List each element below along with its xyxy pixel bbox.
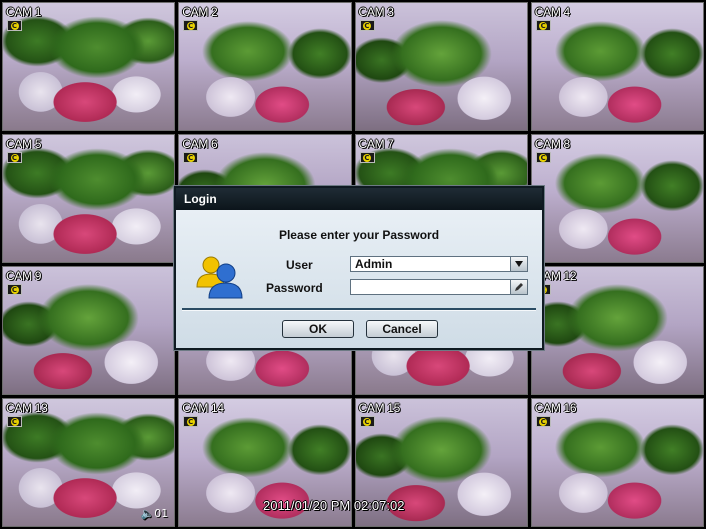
password-prompt: Please enter your Password (278, 228, 440, 242)
recording-icon: C (7, 416, 22, 427)
camera-label: CAM 8 (534, 137, 570, 151)
camera-tile[interactable]: CAM 4 C (530, 2, 704, 131)
recording-icon: C (359, 152, 375, 163)
recording-icon: C (183, 20, 199, 31)
camera-tile[interactable]: CAM 5 C (2, 134, 176, 263)
timestamp: 2011/01/20 PM 02:07:02 (263, 498, 405, 513)
camera-label: CAM 16 (534, 401, 577, 415)
recording-icon-glyph: C (363, 21, 371, 30)
password-label: Password (266, 281, 323, 295)
recording-icon-glyph: C (186, 417, 195, 426)
recording-icon: C (535, 416, 551, 427)
recording-icon: C (535, 152, 551, 163)
users-icon (196, 256, 243, 299)
camera-tile[interactable]: CAM 12C (530, 266, 704, 395)
recording-icon-glyph: C (10, 153, 19, 162)
recording-icon-glyph: C (10, 21, 19, 30)
divider (182, 308, 536, 311)
recording-icon-glyph: C (363, 153, 371, 162)
camera-label: CAM 4 (534, 5, 570, 19)
pencil-icon[interactable] (510, 280, 527, 294)
recording-icon-glyph: C (186, 153, 195, 162)
camera-label: CAM 15 (358, 401, 401, 415)
recording-icon-glyph: C (539, 417, 548, 426)
recording-icon: C (535, 20, 551, 31)
recording-icon-glyph: C (539, 153, 548, 162)
camera-label: CAM 3 (358, 5, 394, 19)
recording-icon-glyph: C (186, 21, 195, 30)
recording-icon-glyph: C (539, 21, 548, 30)
ok-button[interactable]: OK (282, 320, 354, 338)
camera-label: CAM 6 (182, 137, 218, 151)
camera-tile[interactable]: CAM 2 C (178, 2, 352, 131)
camera-label: CAM 5 (6, 137, 42, 151)
camera-label: CAM 1 (6, 5, 42, 19)
user-label: User (286, 258, 313, 272)
camera-tile[interactable]: CAM 3 C (354, 2, 528, 131)
recording-icon: C (7, 20, 22, 31)
recording-icon: C (183, 152, 199, 163)
camera-tile[interactable]: CAM 1 C (2, 2, 176, 131)
dialog-title: Login (176, 188, 542, 210)
camera-tile[interactable]: CAM 13 C 🔈01 (2, 398, 176, 527)
camera-label: CAM 7 (358, 137, 394, 151)
dialog-body: Please enter your Password User Admin Pa… (176, 210, 542, 348)
recording-icon: C (7, 152, 22, 163)
camera-tile[interactable]: CAM 9 C (2, 266, 176, 395)
cancel-button[interactable]: Cancel (366, 320, 438, 338)
recording-icon: C (359, 20, 375, 31)
user-select-value: Admin (355, 257, 393, 271)
audio-channel: 01 (154, 507, 169, 520)
recording-icon-glyph: C (10, 417, 19, 426)
chevron-down-icon[interactable] (510, 257, 527, 271)
camera-label: CAM 13 (6, 401, 48, 415)
user-select[interactable]: Admin (350, 256, 528, 272)
recording-icon-glyph: C (10, 285, 19, 294)
recording-icon: C (359, 416, 375, 427)
login-dialog: Login Please enter your Password User Ad… (174, 186, 544, 350)
camera-tile[interactable]: CAM 8 C (530, 134, 704, 263)
password-field[interactable] (350, 279, 528, 295)
recording-icon-glyph: C (363, 417, 371, 426)
camera-label: CAM 2 (182, 5, 218, 19)
speaker-icon: 🔈01 (140, 507, 169, 520)
camera-tile[interactable]: CAM 16 C (530, 398, 704, 527)
camera-label: CAM 14 (182, 401, 224, 415)
recording-icon: C (183, 416, 199, 427)
recording-icon: C (7, 284, 22, 295)
camera-label: CAM 9 (6, 269, 42, 283)
